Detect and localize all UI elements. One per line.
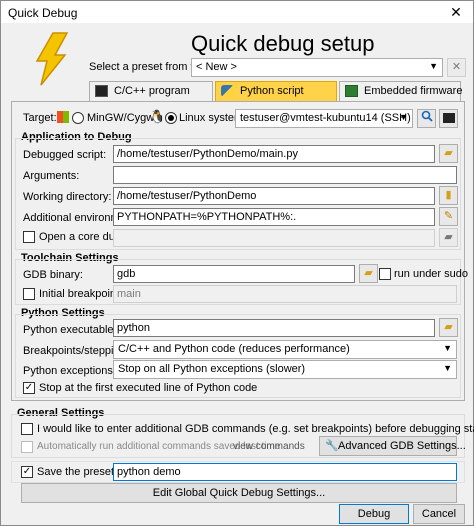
tab-label: C/C++ program xyxy=(114,85,190,97)
workdir-input[interactable]: /home/testuser/PythonDemo xyxy=(113,187,435,205)
env-input[interactable]: PYTHONPATH=%PYTHONPATH%:. xyxy=(113,208,435,226)
folder-icon: ▰ xyxy=(444,321,453,333)
delete-preset-button[interactable]: ✕ xyxy=(447,58,466,77)
core-dump-input[interactable] xyxy=(113,229,435,247)
debug-button[interactable]: Debug xyxy=(339,504,409,524)
run-under-sudo-checkbox[interactable] xyxy=(379,268,391,280)
terminal-icon xyxy=(95,85,108,97)
gdb-label: GDB binary: xyxy=(23,269,83,281)
target-label: Target: xyxy=(23,112,57,124)
terminal-icon xyxy=(442,113,455,123)
core-dump-checkbox[interactable] xyxy=(23,231,35,243)
breakpoints-stepping-select[interactable]: C/C++ and Python code (reduces performan… xyxy=(113,340,457,359)
tab-cpp-program[interactable]: C/C++ program xyxy=(89,81,213,101)
folder-icon: ▰ xyxy=(444,231,453,243)
linux-radio[interactable] xyxy=(165,112,177,124)
python-icon xyxy=(221,85,234,97)
close-window-button[interactable]: ✕ xyxy=(439,1,473,23)
gdb-input[interactable]: gdb xyxy=(113,265,355,283)
python-exe-label: Python executable: xyxy=(23,324,117,336)
linux-tux-icon: 🐧 xyxy=(149,109,166,124)
window-title: Quick Debug xyxy=(8,6,78,20)
windows-icon xyxy=(57,111,69,123)
folder-icon: ▮ xyxy=(445,189,452,201)
gdb-commands-label: I would like to enter additional GDB com… xyxy=(37,423,474,435)
run-under-sudo-label: run under sudo xyxy=(394,268,468,280)
python-exe-input[interactable]: python xyxy=(113,319,435,337)
autorun-checkbox[interactable] xyxy=(21,441,33,453)
chevron-down-icon: ▼ xyxy=(443,363,452,373)
args-input[interactable] xyxy=(113,166,457,184)
breakpoints-stepping-value: C/C++ and Python code (reduces performan… xyxy=(118,343,350,355)
script-label: Debugged script: xyxy=(23,149,107,161)
preset-value: < New > xyxy=(196,61,237,73)
linux-target-select[interactable]: testuser@vmtest-kubuntu14 (SSH) ▼ xyxy=(235,109,413,128)
tab-embedded-firmware[interactable]: Embedded firmware xyxy=(339,81,463,101)
pencil-icon: ✎ xyxy=(443,210,454,222)
search-target-button[interactable] xyxy=(417,109,436,128)
chevron-down-icon: ▼ xyxy=(429,61,438,71)
browse-python-button[interactable]: ▰ xyxy=(439,318,458,337)
cancel-button[interactable]: Cancel xyxy=(413,504,465,524)
view-commands-link[interactable]: view commands xyxy=(233,441,305,452)
advanced-gdb-settings-button[interactable]: 🔧 Advanced GDB Settings... xyxy=(319,436,466,456)
initial-breakpoint-input[interactable]: main xyxy=(113,285,457,303)
browse-workdir-button[interactable]: ▮ xyxy=(439,186,458,205)
folder-icon: ▰ xyxy=(364,267,373,279)
args-label: Arguments: xyxy=(23,170,80,182)
script-input[interactable]: /home/testuser/PythonDemo/main.py xyxy=(113,145,435,163)
advanced-gdb-settings-label: Advanced GDB Settings... xyxy=(338,440,466,452)
quick-debug-window: Quick Debug ✕ Quick debug setup Select a… xyxy=(0,0,474,526)
browse-script-button[interactable]: ▰ xyxy=(439,144,458,163)
wrench-icon: 🔧 xyxy=(325,440,339,452)
chevron-down-icon: ▼ xyxy=(399,112,408,122)
lightning-logo-icon xyxy=(35,32,69,86)
chip-icon xyxy=(345,85,358,97)
page-title: Quick debug setup xyxy=(191,31,375,56)
stop-first-line-label: Stop at the first executed line of Pytho… xyxy=(39,382,258,394)
folder-icon: ▰ xyxy=(444,147,453,159)
tab-label: Python script xyxy=(240,85,304,97)
browse-gdb-button[interactable]: ▰ xyxy=(359,264,378,283)
linux-target-value: testuser@vmtest-kubuntu14 (SSH) xyxy=(240,112,411,124)
open-terminal-button[interactable] xyxy=(439,109,458,128)
chevron-down-icon: ▼ xyxy=(443,343,452,353)
stop-first-line-checkbox[interactable]: ✓ xyxy=(23,382,35,394)
initial-breakpoint-checkbox[interactable] xyxy=(23,288,35,300)
gdb-commands-checkbox[interactable] xyxy=(21,423,33,435)
workdir-label: Working directory: xyxy=(23,191,112,203)
mingw-radio[interactable] xyxy=(72,112,84,124)
edit-env-button[interactable]: ✎ xyxy=(439,207,458,226)
edit-global-settings-button[interactable]: Edit Global Quick Debug Settings... xyxy=(21,483,457,503)
python-exceptions-label: Python exceptions: xyxy=(23,365,116,377)
save-preset-input[interactable]: python demo xyxy=(113,463,457,481)
tab-python-script[interactable]: Python script xyxy=(215,81,337,101)
python-exceptions-select[interactable]: Stop on all Python exceptions (slower) ▼ xyxy=(113,360,457,379)
search-icon xyxy=(421,110,433,122)
tab-label: Embedded firmware xyxy=(364,85,463,97)
python-exceptions-value: Stop on all Python exceptions (slower) xyxy=(118,363,306,375)
browse-core-button[interactable]: ▰ xyxy=(439,228,458,247)
preset-select[interactable]: < New > ▼ xyxy=(191,58,443,77)
save-preset-checkbox[interactable]: ✓ xyxy=(21,466,33,478)
title-bar: Quick Debug ✕ xyxy=(1,1,473,23)
